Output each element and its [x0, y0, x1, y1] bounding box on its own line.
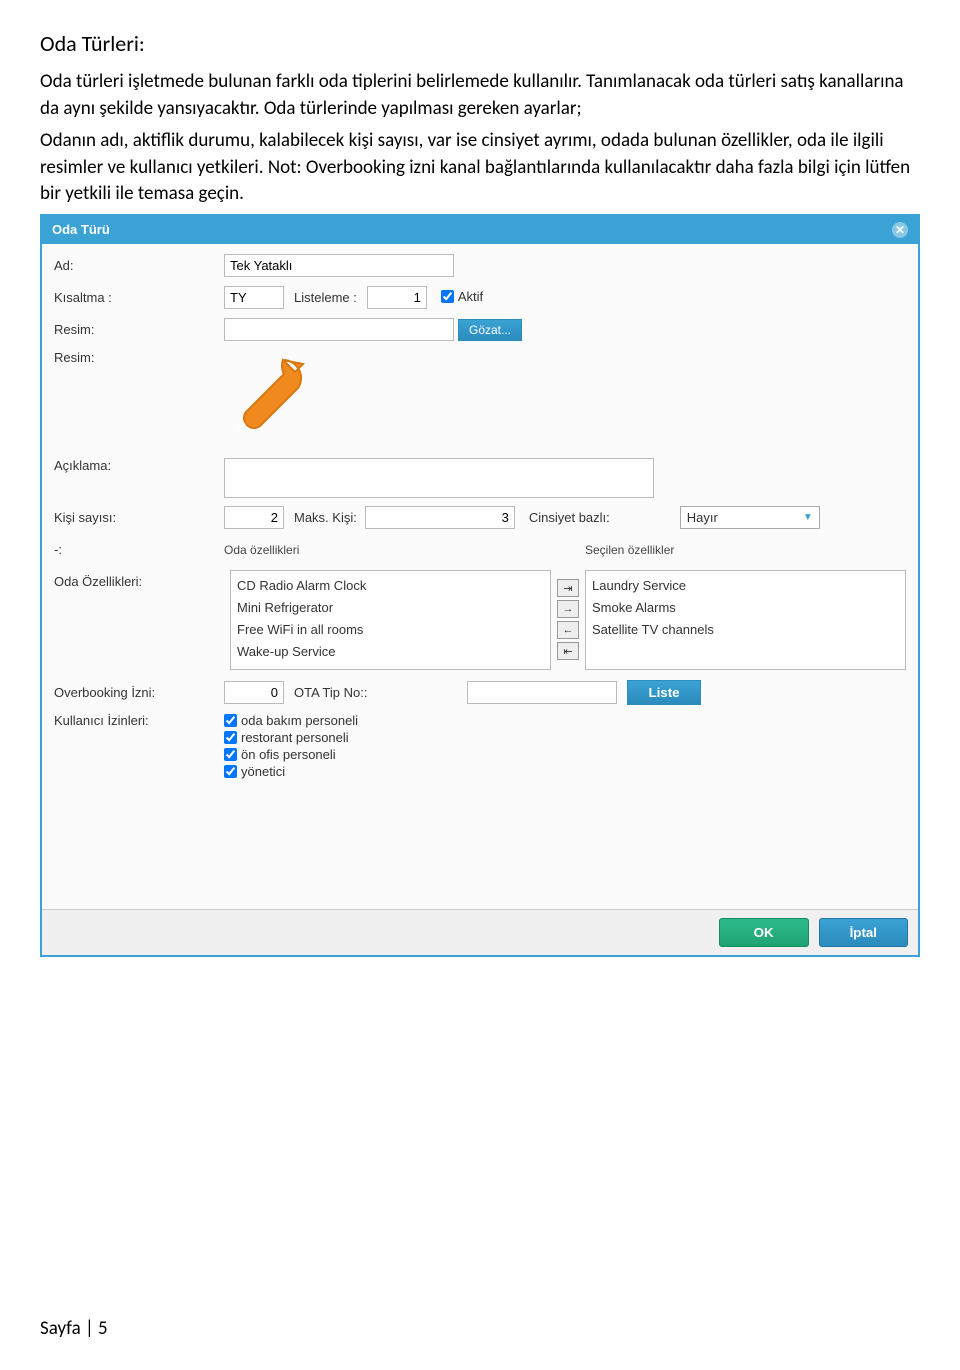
- modal-title: Oda Türü: [52, 222, 110, 237]
- aciklama-textarea[interactable]: [224, 458, 654, 498]
- label-kisaltma: Kısaltma :: [54, 290, 224, 305]
- perm-label: restorant personeli: [241, 730, 349, 745]
- label-cinsiyet: Cinsiyet bazlı:: [529, 510, 610, 525]
- browse-button[interactable]: Gözat...: [458, 319, 522, 341]
- label-overbooking: Overbooking İzni:: [54, 685, 224, 700]
- perm-checkbox-3[interactable]: [224, 765, 237, 778]
- list-item[interactable]: Smoke Alarms: [592, 597, 899, 619]
- perm-label: yönetici: [241, 764, 285, 779]
- list-item[interactable]: Free WiFi in all rooms: [237, 619, 544, 641]
- label-aktif: Aktif: [458, 289, 483, 304]
- transfer-buttons: ⇥ → ← ⇤: [557, 570, 579, 670]
- overbooking-input[interactable]: [224, 681, 284, 704]
- kisi-sayisi-input[interactable]: [224, 506, 284, 529]
- label-kisi-sayisi: Kişi sayısı:: [54, 510, 224, 525]
- resim-input[interactable]: [224, 318, 454, 341]
- aktif-checkbox[interactable]: [441, 290, 454, 303]
- selected-features-list[interactable]: Laundry Service Smoke Alarms Satellite T…: [585, 570, 906, 670]
- listeleme-input[interactable]: [367, 286, 427, 309]
- list-item[interactable]: Satellite TV channels: [592, 619, 899, 641]
- maks-kisi-input[interactable]: [365, 506, 515, 529]
- section-heading: Oda Türleri:: [40, 30, 920, 57]
- room-type-modal: Oda Türü ✕ Ad: Kısaltma : Listeleme : Ak…: [40, 214, 920, 957]
- modal-header: Oda Türü ✕: [42, 216, 918, 244]
- label-kullanici-izinleri: Kullanıcı İzinleri:: [54, 713, 224, 728]
- ota-input[interactable]: [467, 681, 617, 704]
- chevron-down-icon: ▼: [803, 512, 813, 523]
- label-resim-1: Resim:: [54, 322, 224, 337]
- label-oda-ozellikleri: Oda Özellikleri:: [54, 570, 224, 670]
- list-item[interactable]: Mini Refrigerator: [237, 597, 544, 619]
- move-all-right-button[interactable]: ⇥: [557, 579, 579, 597]
- wrench-icon: [218, 350, 318, 450]
- liste-button[interactable]: Liste: [627, 680, 700, 705]
- move-all-left-button[interactable]: ⇤: [557, 642, 579, 660]
- label-maks-kisi: Maks. Kişi:: [294, 510, 357, 525]
- page-number: Sayfa | 5: [40, 1317, 920, 1340]
- list-item[interactable]: Laundry Service: [592, 575, 899, 597]
- cinsiyet-value: Hayır: [687, 510, 718, 525]
- available-features-list[interactable]: CD Radio Alarm Clock Mini Refrigerator F…: [230, 570, 551, 670]
- close-icon[interactable]: ✕: [892, 222, 908, 238]
- modal-body: Ad: Kısaltma : Listeleme : Aktif Resim: …: [42, 244, 918, 909]
- paragraph-1: Oda türleri işletmede bulunan farklı oda…: [40, 69, 920, 122]
- perm-checkbox-0[interactable]: [224, 714, 237, 727]
- label-ota: OTA Tip No::: [294, 685, 367, 700]
- paragraph-2: Odanın adı, aktiflik durumu, kalabilecek…: [40, 128, 920, 208]
- list-item[interactable]: Wake-up Service: [237, 641, 544, 663]
- label-secilen-hdr: Seçilen özellikler: [585, 543, 906, 557]
- perm-label: oda bakım personeli: [241, 713, 358, 728]
- permissions-group: oda bakım personeli restorant personeli …: [224, 713, 358, 781]
- move-left-button[interactable]: ←: [557, 621, 579, 639]
- ad-input[interactable]: [224, 254, 454, 277]
- label-oda-ozellikleri-hdr: Oda özellikleri: [224, 543, 545, 557]
- cancel-button[interactable]: İptal: [819, 918, 908, 947]
- label-aciklama: Açıklama:: [54, 458, 224, 473]
- perm-checkbox-1[interactable]: [224, 731, 237, 744]
- kisaltma-input[interactable]: [224, 286, 284, 309]
- move-right-button[interactable]: →: [557, 600, 579, 618]
- ok-button[interactable]: OK: [719, 918, 809, 947]
- label-listeleme: Listeleme :: [294, 290, 357, 305]
- cinsiyet-select[interactable]: Hayır ▼: [680, 506, 820, 529]
- modal-footer: OK İptal: [42, 909, 918, 955]
- perm-label: ön ofis personeli: [241, 747, 336, 762]
- label-ad: Ad:: [54, 258, 224, 273]
- perm-checkbox-2[interactable]: [224, 748, 237, 761]
- list-item[interactable]: CD Radio Alarm Clock: [237, 575, 544, 597]
- label-dash: -:: [54, 542, 224, 557]
- label-resim-2: Resim:: [54, 350, 224, 365]
